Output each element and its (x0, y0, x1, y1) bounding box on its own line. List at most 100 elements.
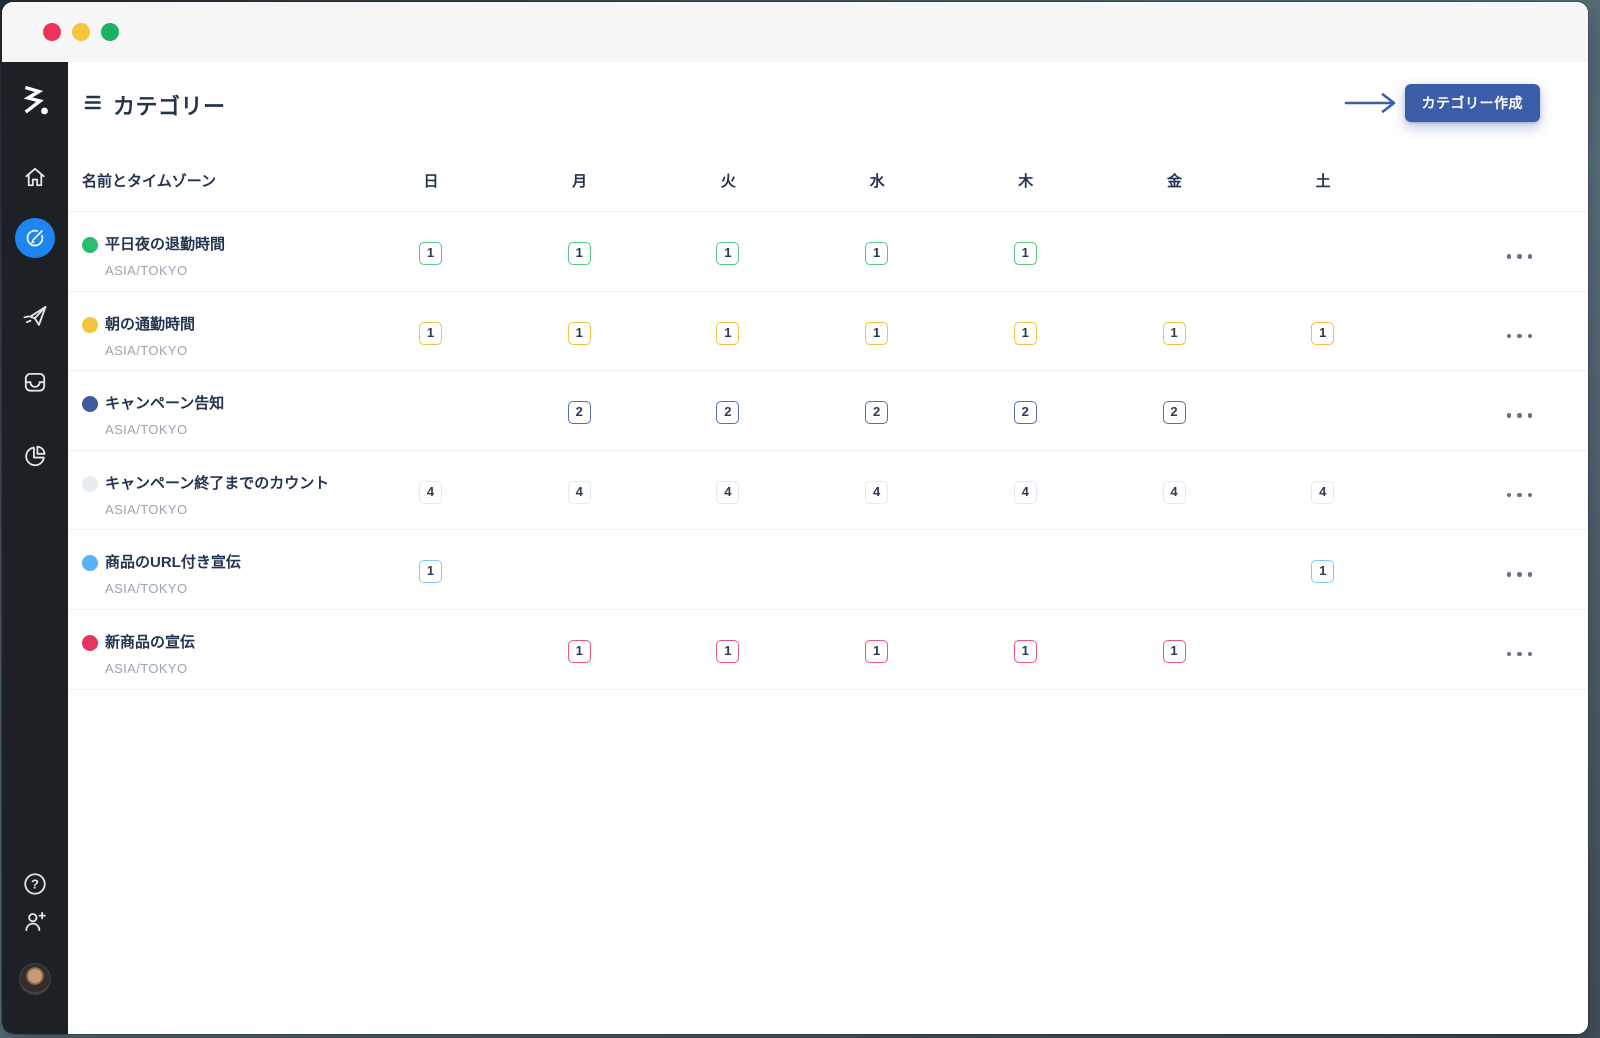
help-icon: ? (22, 871, 48, 897)
day-header: 火 (688, 170, 768, 194)
row-menu-button[interactable] (1507, 648, 1533, 661)
category-name: 朝の通勤時間 (105, 314, 195, 336)
annotation-arrow-icon (1344, 90, 1400, 116)
category-timezone: ASIA/TOKYO (105, 501, 188, 519)
category-color-dot (82, 555, 98, 571)
page-title: カテゴリー (113, 89, 226, 121)
titlebar (2, 2, 1588, 62)
count-badge: 4 (1014, 481, 1037, 504)
count-badge: 4 (419, 481, 442, 504)
sidebar-item-account[interactable] (2, 964, 68, 994)
count-badge: 2 (1163, 401, 1186, 424)
sidebar-item-inbox[interactable] (2, 369, 68, 395)
day-header: 金 (1135, 170, 1215, 194)
row-menu-button[interactable] (1507, 489, 1533, 502)
category-name: 平日夜の退勤時間 (105, 234, 225, 256)
count-badge: 1 (1014, 640, 1037, 663)
count-badge: 1 (419, 322, 442, 345)
count-badge: 1 (716, 242, 739, 265)
row-menu-button[interactable] (1507, 409, 1533, 422)
sidebar: ? (2, 62, 68, 1034)
desktop-background: { "window": { "traffic_lights": ["#ea345… (0, 0, 1600, 1038)
category-row[interactable]: 朝の通勤時間 ASIA/TOKYO 1 1 1 1 1 1 1 (68, 292, 1588, 372)
count-badge: 1 (865, 640, 888, 663)
table-header: 名前とタイムゾーン 日月火水木金土 (68, 170, 1588, 194)
category-timezone: ASIA/TOKYO (105, 262, 188, 280)
day-header: 月 (540, 170, 620, 194)
sidebar-item-compose[interactable] (2, 218, 68, 258)
count-badge: 1 (1163, 322, 1186, 345)
category-color-dot (82, 237, 98, 253)
count-badge: 1 (865, 322, 888, 345)
ellipsis-menu-icon (1507, 493, 1512, 498)
count-badge: 1 (568, 242, 591, 265)
day-header: 木 (986, 170, 1066, 194)
category-name: キャンペーン告知 (105, 393, 224, 415)
ellipsis-menu-icon (1507, 413, 1512, 418)
row-menu-button[interactable] (1507, 330, 1533, 343)
category-timezone: ASIA/TOKYO (105, 342, 188, 360)
count-badge: 4 (865, 481, 888, 504)
category-timezone: ASIA/TOKYO (105, 660, 188, 678)
category-row[interactable]: 商品のURL付き宣伝 ASIA/TOKYO 1 1 (68, 530, 1588, 610)
sidebar-item-publish[interactable] (2, 302, 68, 330)
send-plane-icon (21, 302, 49, 330)
main-content: カテゴリー カテゴリー作成 名前とタイムゾーン 日月火水木金土 平日夜の退勤時間… (68, 62, 1588, 1034)
row-menu-button[interactable] (1507, 250, 1533, 263)
day-header: 土 (1283, 170, 1363, 194)
category-name: キャンペーン終了までのカウント (105, 473, 329, 495)
user-avatar (20, 964, 50, 994)
category-rows: 平日夜の退勤時間 ASIA/TOKYO 1 1 1 1 1 朝の通勤時間 ASIA/TO… (68, 211, 1588, 690)
category-row[interactable]: キャンペーン告知 ASIA/TOKYO 22222 (68, 371, 1588, 451)
category-color-dot (82, 317, 98, 333)
app-logo-icon (2, 84, 68, 118)
category-color-dot (82, 635, 98, 651)
count-badge: 1 (1311, 560, 1334, 583)
category-timezone: ASIA/TOKYO (105, 580, 188, 598)
category-row[interactable]: キャンペーン終了までのカウント ASIA/TOKYO 4 4 4 4 4 4 4 (68, 451, 1588, 531)
day-header: 水 (837, 170, 917, 194)
sidebar-item-home[interactable] (2, 164, 68, 190)
compose-active-circle (15, 218, 55, 258)
count-badge: 2 (568, 401, 591, 424)
ellipsis-menu-icon (1507, 572, 1512, 577)
sidebar-item-analytics[interactable] (2, 443, 68, 469)
inbox-icon (22, 369, 48, 395)
traffic-light-minimize[interactable] (72, 23, 90, 41)
count-badge: 4 (568, 481, 591, 504)
count-badge: 1 (419, 560, 442, 583)
ellipsis-menu-icon (1507, 334, 1512, 339)
count-badge: 1 (716, 322, 739, 345)
row-menu-button[interactable] (1507, 568, 1533, 581)
create-category-button[interactable]: カテゴリー作成 (1405, 84, 1541, 122)
ellipsis-menu-icon (1507, 652, 1512, 657)
category-name: 商品のURL付き宣伝 (105, 552, 241, 574)
count-badge: 2 (1014, 401, 1037, 424)
count-badge: 1 (568, 322, 591, 345)
category-row[interactable]: 新商品の宣伝 ASIA/TOKYO 11111 (68, 610, 1588, 690)
category-color-dot (82, 396, 98, 412)
count-badge: 4 (1163, 481, 1186, 504)
count-badge: 2 (865, 401, 888, 424)
count-badge: 1 (716, 640, 739, 663)
ellipsis-menu-icon (1507, 254, 1512, 259)
home-icon (22, 164, 48, 190)
category-name: 新商品の宣伝 (105, 632, 195, 654)
compose-icon (24, 227, 46, 249)
traffic-light-close[interactable] (43, 23, 61, 41)
count-badge: 1 (865, 242, 888, 265)
hamburger-menu-icon[interactable] (83, 95, 102, 111)
count-badge: 1 (1014, 322, 1037, 345)
count-badge: 4 (1311, 481, 1334, 504)
svg-text:?: ? (31, 877, 39, 892)
category-timezone: ASIA/TOKYO (105, 421, 188, 439)
count-badge: 1 (1014, 242, 1037, 265)
count-badge: 1 (1311, 322, 1334, 345)
traffic-light-zoom[interactable] (101, 23, 119, 41)
sidebar-item-invite[interactable] (2, 909, 68, 935)
sidebar-item-help[interactable]: ? (2, 871, 68, 897)
count-badge: 4 (716, 481, 739, 504)
category-row[interactable]: 平日夜の退勤時間 ASIA/TOKYO 1 1 1 1 1 (68, 212, 1588, 292)
count-badge: 1 (419, 242, 442, 265)
day-header: 日 (391, 170, 471, 194)
